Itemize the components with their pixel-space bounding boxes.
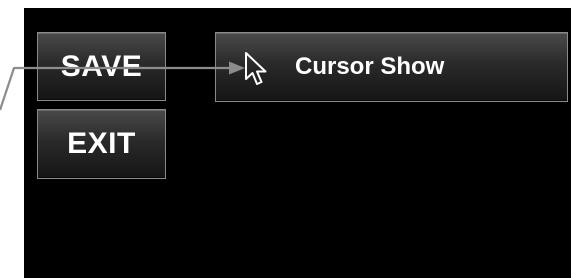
exit-button[interactable]: EXIT [37,109,166,179]
save-button[interactable]: SAVE [37,32,166,101]
cursor-show-button[interactable]: Cursor Show [215,32,568,102]
cursor-show-label: Cursor Show [295,53,445,80]
page: SAVE EXIT Cursor Show [0,0,571,278]
exit-button-label: EXIT [67,127,136,160]
save-button-label: SAVE [60,49,143,83]
mouse-pointer-icon [245,52,267,85]
